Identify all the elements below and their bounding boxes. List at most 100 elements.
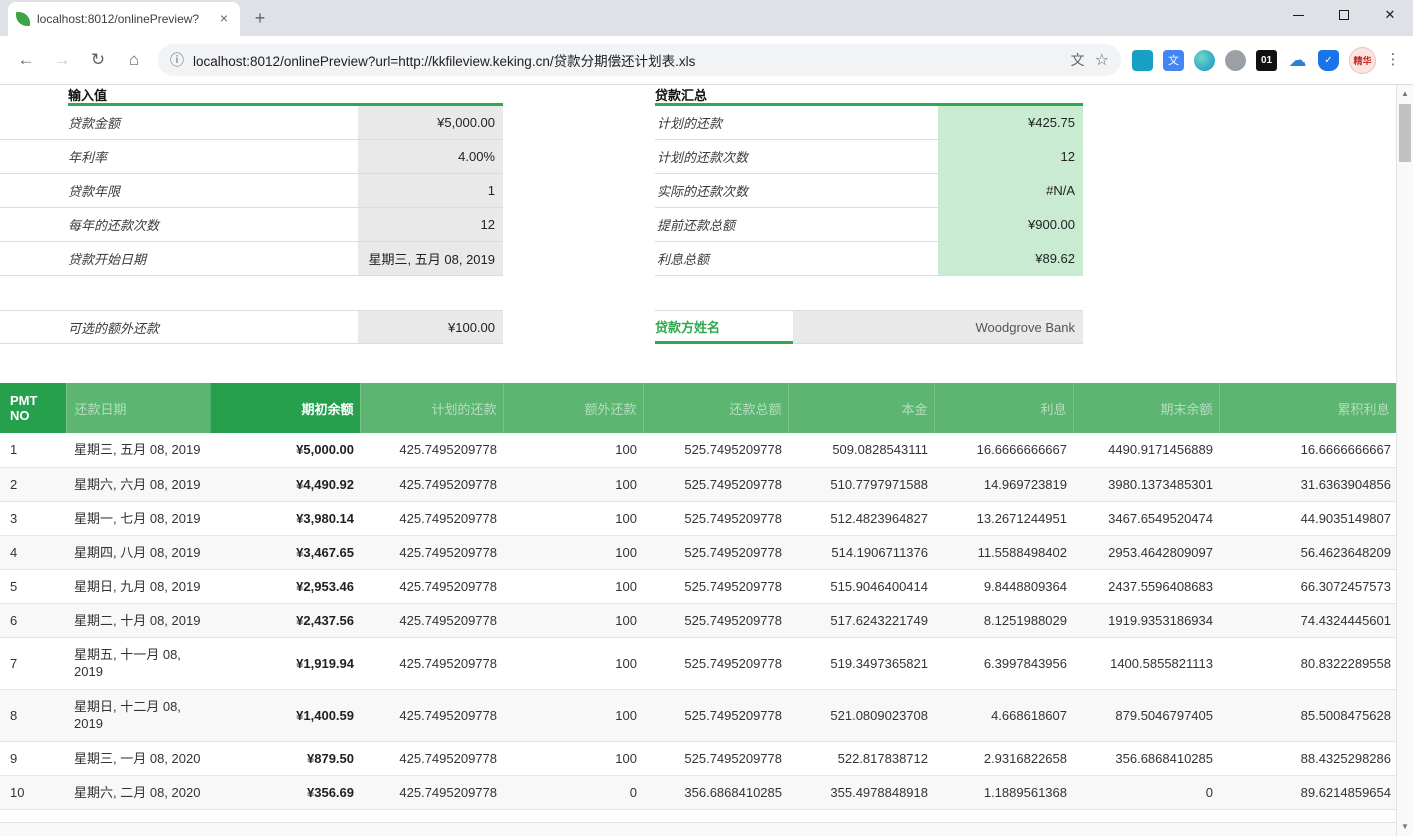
schedule-header-cell: 累积利息 bbox=[1219, 383, 1396, 433]
translate-page-icon[interactable]: 文 bbox=[1071, 50, 1085, 70]
summary-row-value: ¥425.75 bbox=[938, 106, 1083, 139]
input-rows: 贷款金额¥5,000.00年利率4.00%贷款年限1每年的还款次数12贷款开始日… bbox=[0, 106, 503, 276]
schedule-cell: 525.7495209778 bbox=[643, 467, 788, 501]
schedule-cell: 356.6868410285 bbox=[643, 775, 788, 809]
summary-row-label: 计划的还款次数 bbox=[655, 140, 938, 173]
translate-extension-icon[interactable]: 文 bbox=[1163, 50, 1184, 71]
schedule-cell: 525.7495209778 bbox=[643, 535, 788, 569]
schedule-cell: 16.6666666667 bbox=[1219, 433, 1396, 467]
input-row-value: 4.00% bbox=[358, 140, 503, 173]
url-text[interactable]: localhost:8012/onlinePreview?url=http://… bbox=[193, 50, 1061, 70]
summary-section-title: 贷款汇总 bbox=[655, 87, 1083, 106]
input-row-label: 贷款金额 bbox=[0, 106, 358, 139]
input-row-label: 贷款开始日期 bbox=[0, 242, 358, 275]
active-tab[interactable]: localhost:8012/onlinePreview? × bbox=[8, 2, 240, 36]
schedule-cell: 100 bbox=[503, 689, 643, 741]
minimize-button[interactable] bbox=[1275, 0, 1321, 30]
summary-row: 计划的还款¥425.75 bbox=[655, 106, 1083, 140]
extra-payment-row: 可选的额外还款 ¥100.00 bbox=[0, 310, 503, 344]
schedule-cell: 星期六, 六月 08, 2019 bbox=[66, 467, 210, 501]
schedule-header-cell: 还款日期 bbox=[66, 383, 210, 433]
tab-strip: localhost:8012/onlinePreview? × + ✕ bbox=[0, 0, 1413, 36]
summary-row-label: 利息总额 bbox=[655, 242, 938, 275]
schedule-cell: 355.4978848918 bbox=[788, 775, 934, 809]
page-info-icon[interactable]: ⓘ bbox=[170, 50, 184, 70]
schedule-cell: ¥3,467.65 bbox=[210, 535, 360, 569]
home-icon[interactable]: ⌂ bbox=[120, 46, 148, 74]
schedule-cell: 1.1889561368 bbox=[934, 775, 1073, 809]
extensions-area: 文 01 ☁ ✓ bbox=[1127, 50, 1344, 71]
back-icon[interactable]: ← bbox=[12, 46, 40, 74]
schedule-cell: 517.6243221749 bbox=[788, 603, 934, 637]
schedule-cell: 1 bbox=[0, 433, 66, 467]
schedule-cell: ¥5,000.00 bbox=[210, 433, 360, 467]
schedule-cell: 1400.5855821113 bbox=[1073, 637, 1219, 689]
schedule-cell: 80.8322289558 bbox=[1219, 637, 1396, 689]
schedule-cell: 879.5046797405 bbox=[1073, 689, 1219, 741]
schedule-cell: 10 bbox=[0, 775, 66, 809]
schedule-cell: ¥2,437.56 bbox=[210, 603, 360, 637]
schedule-cell: 4.668618607 bbox=[934, 689, 1073, 741]
input-row-label: 贷款年限 bbox=[0, 174, 358, 207]
schedule-cell: 100 bbox=[503, 535, 643, 569]
input-row: 每年的还款次数12 bbox=[0, 208, 503, 242]
input-section-title: 输入值 bbox=[68, 87, 503, 106]
profile-avatar[interactable]: 精华 bbox=[1349, 47, 1376, 74]
schedule-header-cell: 期末余额 bbox=[1073, 383, 1219, 433]
forward-icon[interactable]: → bbox=[48, 46, 76, 74]
schedule-cell: 66.3072457573 bbox=[1219, 569, 1396, 603]
summary-row: 实际的还款次数#N/A bbox=[655, 174, 1083, 208]
bookmark-star-icon[interactable]: ☆ bbox=[1095, 50, 1109, 70]
scrollbar-thumb[interactable] bbox=[1399, 104, 1411, 162]
schedule-cell: 11.5588498402 bbox=[934, 535, 1073, 569]
schedule-cell: 510.7797971588 bbox=[788, 467, 934, 501]
kkfileview-leaf-favicon-icon bbox=[16, 12, 30, 26]
scroll-down-icon[interactable]: ▼ bbox=[1397, 819, 1413, 835]
schedule-row: 5星期日, 九月 08, 2019¥2,953.46425.7495209778… bbox=[0, 569, 1396, 603]
spacer-row bbox=[0, 276, 503, 310]
shield-extension-icon[interactable] bbox=[1132, 50, 1153, 71]
window-controls: ✕ bbox=[1275, 0, 1413, 30]
schedule-cell: 425.7495209778 bbox=[360, 501, 503, 535]
schedule-row: 3星期一, 七月 08, 2019¥3,980.14425.7495209778… bbox=[0, 501, 1396, 535]
schedule-cell: 2953.4642809097 bbox=[1073, 535, 1219, 569]
schedule-cell: 425.7495209778 bbox=[360, 535, 503, 569]
refresh-icon[interactable]: ↻ bbox=[84, 46, 112, 74]
amortization-table: PMT NO还款日期期初余额计划的还款额外还款还款总额本金利息期末余额累积利息 … bbox=[0, 383, 1396, 810]
schedule-cell: 0 bbox=[1073, 775, 1219, 809]
schedule-cell: 425.7495209778 bbox=[360, 775, 503, 809]
schedule-cell: 星期一, 七月 08, 2019 bbox=[66, 501, 210, 535]
summary-row-label: 实际的还款次数 bbox=[655, 174, 938, 207]
schedule-row: 7星期五, 十一月 08, 2019¥1,919.94425.749520977… bbox=[0, 637, 1396, 689]
schedule-cell: 515.9046400414 bbox=[788, 569, 934, 603]
window-close-button[interactable]: ✕ bbox=[1367, 0, 1413, 30]
spacer-row bbox=[655, 276, 1083, 310]
input-section: 输入值 贷款金额¥5,000.00年利率4.00%贷款年限1每年的还款次数12贷… bbox=[0, 87, 503, 344]
vertical-scrollbar[interactable]: ▲ ▼ bbox=[1396, 85, 1413, 836]
schedule-cell: 525.7495209778 bbox=[643, 433, 788, 467]
scroll-up-icon[interactable]: ▲ bbox=[1397, 86, 1413, 102]
schedule-cell: 56.4623648209 bbox=[1219, 535, 1396, 569]
schedule-cell: 6 bbox=[0, 603, 66, 637]
gray-extension-icon[interactable] bbox=[1225, 50, 1246, 71]
circle-extension-icon[interactable] bbox=[1194, 50, 1215, 71]
input-row: 贷款开始日期星期三, 五月 08, 2019 bbox=[0, 242, 503, 276]
preview-content: 输入值 贷款金额¥5,000.00年利率4.00%贷款年限1每年的还款次数12贷… bbox=[0, 85, 1413, 836]
schedule-cell: ¥2,953.46 bbox=[210, 569, 360, 603]
schedule-header-cell: 还款总额 bbox=[643, 383, 788, 433]
schedule-cell: 星期五, 十一月 08, 2019 bbox=[66, 637, 210, 689]
schedule-header-cell: 利息 bbox=[934, 383, 1073, 433]
kebab-menu-icon[interactable]: ⋮ bbox=[1381, 46, 1405, 74]
shield-check-extension-icon[interactable]: ✓ bbox=[1318, 50, 1339, 71]
new-tab-button[interactable]: + bbox=[246, 5, 274, 33]
horizontal-scrollbar[interactable] bbox=[0, 822, 1396, 836]
badge-01-extension-icon[interactable]: 01 bbox=[1256, 50, 1277, 71]
schedule-cell: 100 bbox=[503, 501, 643, 535]
extra-payment-value: ¥100.00 bbox=[358, 311, 503, 343]
schedule-row: 8星期日, 十二月 08, 2019¥1,400.59425.749520977… bbox=[0, 689, 1396, 741]
maximize-button[interactable] bbox=[1321, 0, 1367, 30]
address-bar[interactable]: ⓘ localhost:8012/onlinePreview?url=http:… bbox=[158, 44, 1121, 76]
cloud-extension-icon[interactable]: ☁ bbox=[1287, 50, 1308, 71]
input-row-label: 年利率 bbox=[0, 140, 358, 173]
tab-close-icon[interactable]: × bbox=[216, 11, 232, 27]
